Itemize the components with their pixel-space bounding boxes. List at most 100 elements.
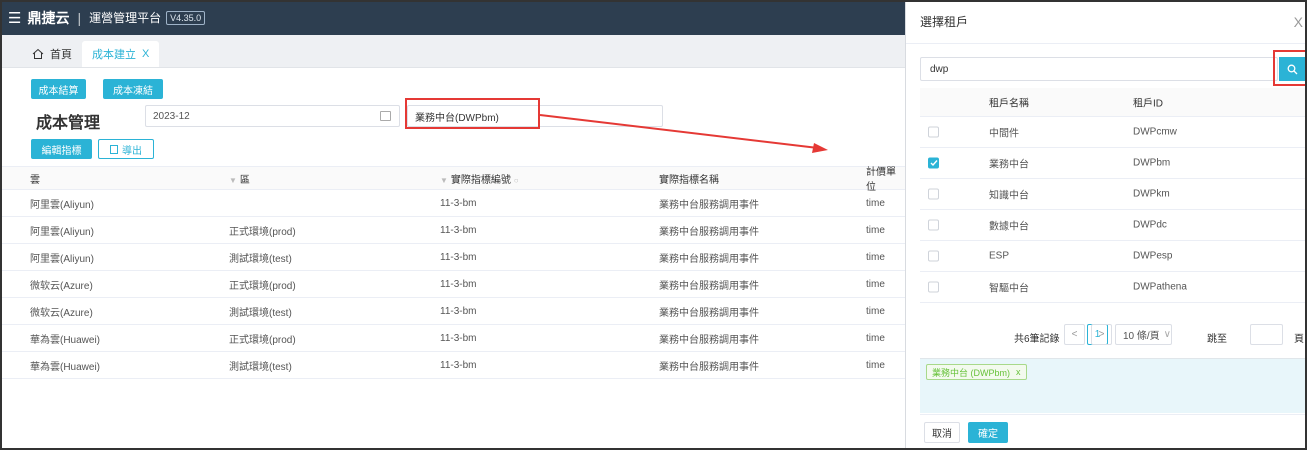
table-row[interactable]: 阿里雲(Aliyun) 測試環境(test) 11-3-bm 業務中台服務調用事件 ti…	[0, 244, 905, 271]
tenant-checkbox[interactable]	[928, 250, 939, 262]
tenant-search-row: dwp	[920, 57, 1305, 81]
tenant-checkbox[interactable]	[928, 219, 939, 231]
tenant-table: 租戶名稱 租戶ID 中間件 DWPcmw 業務中台 DWPbm 知識中台 DWPkm 數據中…	[920, 88, 1307, 303]
pagination-total: 共6筆記錄	[1014, 334, 1060, 345]
tag-close-icon[interactable]: x	[1016, 367, 1021, 377]
cell-cloud: 阿里雲(Aliyun)	[30, 199, 94, 211]
header-metric-code[interactable]: ▼ 實際指標編號 ○	[440, 171, 522, 186]
filter-icon[interactable]: ▼	[229, 176, 237, 185]
tenant-select-dialog: 選擇租戶 X dwp 租戶名稱 租戶ID 中間件 DWPcmw 業務中台 DWPbm 知…	[905, 0, 1307, 450]
cell-region: 測試環境(test)	[229, 307, 292, 319]
table-row[interactable]: 微软云(Azure) 正式環境(prod) 11-3-bm 業務中台服務調用事件 tim…	[0, 271, 905, 298]
tenant-checkbox[interactable]	[928, 188, 939, 200]
cell-metric-code: 11-3-bm	[440, 305, 477, 317]
tenant-id: DWPcmw	[1133, 126, 1177, 138]
home-icon	[32, 48, 44, 59]
edit-metric-button[interactable]: 編輯指標	[31, 139, 92, 159]
tab-cost-create-label: 成本建立	[92, 49, 136, 61]
cell-unit: time	[866, 224, 885, 236]
table-row[interactable]: 微软云(Azure) 測試環境(test) 11-3-bm 業務中台服務調用事件 tim…	[0, 298, 905, 325]
tenant-search-input[interactable]: dwp	[920, 57, 1278, 81]
cell-cloud: 華為雲(Huawei)	[30, 361, 101, 373]
cell-metric-name: 業務中台服務調用事件	[659, 226, 759, 238]
tenant-row[interactable]: ESP DWPesp	[920, 241, 1307, 272]
cell-unit: time	[866, 359, 885, 371]
period-date-value: 2023-12	[153, 110, 190, 122]
tenant-checkbox[interactable]	[928, 126, 939, 138]
table-row[interactable]: 華為雲(Huawei) 正式環境(prod) 11-3-bm 業務中台服務調用事件 ti…	[0, 325, 905, 352]
tenant-checkbox[interactable]	[928, 281, 939, 293]
dialog-footer: 取消 確定	[920, 414, 1307, 450]
search-icon[interactable]: ○	[514, 176, 519, 185]
cost-settle-button[interactable]: 成本結算	[31, 79, 86, 99]
tab-bar: 首頁 成本建立 X	[0, 35, 905, 68]
filter-icon[interactable]: ▼	[440, 176, 448, 185]
menu-icon[interactable]: ☰	[8, 9, 21, 27]
table-row[interactable]: 阿里雲(Aliyun) 正式環境(prod) 11-3-bm 業務中台服務調用事件 ti…	[0, 217, 905, 244]
header-tenant-name: 租戶名稱	[989, 98, 1029, 110]
tab-home[interactable]: 首頁	[22, 41, 82, 67]
cell-metric-code: 11-3-bm	[440, 197, 477, 209]
top-navigation-bar: ☰ 鼎捷云 | 運營管理平台 V4.35.0	[0, 0, 905, 35]
cell-metric-name: 業務中台服務調用事件	[659, 361, 759, 373]
tenant-checkbox[interactable]	[928, 157, 939, 169]
cost-freeze-button[interactable]: 成本凍結	[103, 79, 163, 99]
next-page-button[interactable]: >	[1091, 324, 1112, 345]
search-button-highlight-box	[1273, 50, 1307, 86]
tenant-id: DWPdc	[1133, 219, 1167, 231]
cell-region: 測試環境(test)	[229, 361, 292, 373]
tenant-row[interactable]: 業務中台 DWPbm	[920, 148, 1307, 179]
cell-metric-name: 業務中台服務調用事件	[659, 199, 759, 211]
cell-cloud: 微软云(Azure)	[30, 307, 93, 319]
table-row[interactable]: 華為雲(Huawei) 測試環境(test) 11-3-bm 業務中台服務調用事件 ti…	[0, 352, 905, 379]
cell-cloud: 阿里雲(Aliyun)	[30, 253, 94, 265]
tab-close-icon[interactable]: X	[142, 48, 149, 60]
header-cloud: 雲	[30, 174, 40, 186]
tenant-row[interactable]: 數據中台 DWPdc	[920, 210, 1307, 241]
cell-metric-name: 業務中台服務調用事件	[659, 280, 759, 292]
platform-name: 運營管理平台	[89, 11, 162, 25]
cell-region: 測試環境(test)	[229, 253, 292, 265]
cell-metric-code: 11-3-bm	[440, 251, 477, 263]
cost-table: 雲 ▼ 區 ▼ 實際指標編號 ○ 實際指標名稱 計價單位 阿里雲(Aliyun) 11…	[0, 166, 905, 379]
tenant-id: DWPesp	[1133, 250, 1173, 262]
period-date-picker[interactable]: 2023-12	[145, 105, 400, 127]
chevron-down-icon: ∨	[1163, 329, 1171, 340]
tenant-row[interactable]: 知識中台 DWPkm	[920, 179, 1307, 210]
tenant-name: 智驅中台	[989, 283, 1029, 295]
tenant-row[interactable]: 中間件 DWPcmw	[920, 117, 1307, 148]
cell-metric-code: 11-3-bm	[440, 332, 477, 344]
page-unit-label: 頁	[1294, 334, 1304, 345]
cell-unit: time	[866, 332, 885, 344]
cell-region: 正式環境(prod)	[229, 334, 296, 346]
cell-unit: time	[866, 305, 885, 317]
calendar-icon	[380, 111, 391, 121]
cell-metric-code: 11-3-bm	[440, 278, 477, 290]
tenant-name: 業務中台	[989, 159, 1029, 171]
export-button[interactable]: 導出	[98, 139, 154, 159]
pagination: 共6筆記錄 < 1 10 條/頁 ∨ 跳至 頁	[920, 321, 1307, 351]
tenant-id: DWPathena	[1133, 281, 1187, 293]
close-icon[interactable]: X	[1294, 14, 1303, 30]
tenant-table-body: 中間件 DWPcmw 業務中台 DWPbm 知識中台 DWPkm 數據中台 DWPdc ESP D…	[920, 117, 1307, 303]
cell-metric-code: 11-3-bm	[440, 224, 477, 236]
cell-unit: time	[866, 197, 885, 209]
table-row[interactable]: 阿里雲(Aliyun) 11-3-bm 業務中台服務調用事件 time	[0, 190, 905, 217]
cancel-button[interactable]: 取消	[924, 422, 960, 443]
jump-page-input[interactable]	[1250, 324, 1283, 345]
cell-metric-name: 業務中台服務調用事件	[659, 307, 759, 319]
tab-cost-create[interactable]: 成本建立 X	[82, 41, 160, 67]
selected-tenant-tag: 業務中台 (DWPbm) x	[926, 364, 1027, 380]
tenant-name: 數據中台	[989, 221, 1029, 233]
main-content: 成本結算 成本凍結 成本管理 2023-12 業務中台(DWPbm) 編輯指標 …	[0, 68, 905, 450]
confirm-button[interactable]: 確定	[968, 422, 1008, 443]
selected-tenants-area: 業務中台 (DWPbm) x	[920, 358, 1307, 413]
cell-unit: time	[866, 251, 885, 263]
prev-page-button[interactable]: <	[1064, 324, 1085, 345]
cell-metric-code: 11-3-bm	[440, 359, 477, 371]
brand-separator: |	[77, 9, 82, 26]
header-region[interactable]: ▼ 區	[229, 171, 250, 186]
page-size-select[interactable]: 10 條/頁 ∨	[1115, 324, 1172, 345]
tenant-table-header: 租戶名稱 租戶ID	[920, 88, 1307, 117]
tenant-row[interactable]: 智驅中台 DWPathena	[920, 272, 1307, 303]
